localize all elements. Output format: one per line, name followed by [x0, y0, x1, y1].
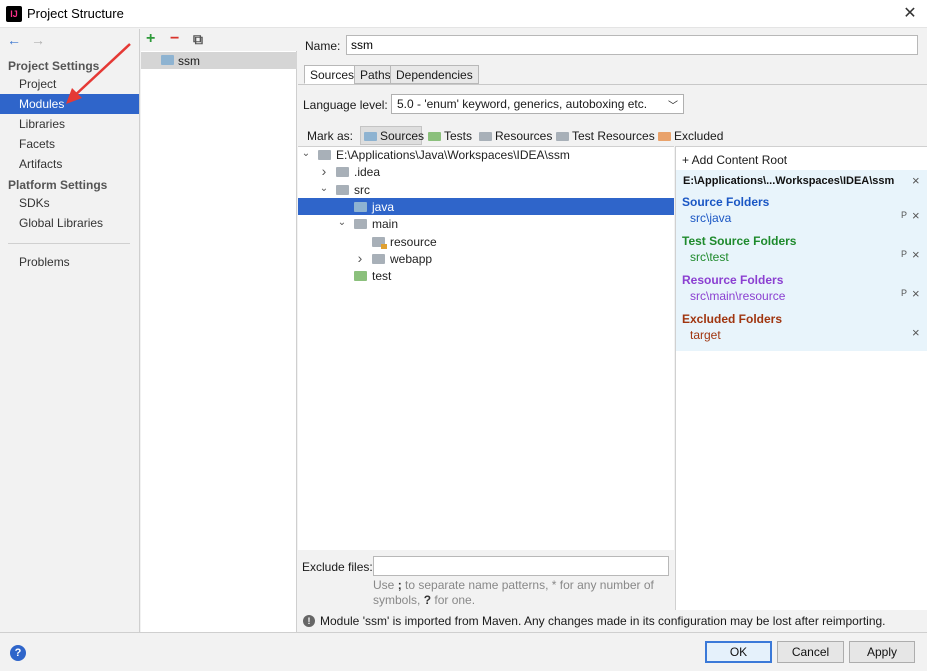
remove-folder-icon[interactable]: ×	[912, 208, 920, 223]
edit-properties-icon[interactable]: P	[901, 210, 907, 220]
folder-icon	[354, 219, 367, 230]
maven-import-notice: Module 'ssm' is imported from Maven. Any…	[320, 614, 886, 628]
sidebar-item-problems[interactable]: Problems	[0, 252, 139, 272]
module-name-label: ssm	[178, 54, 200, 68]
tab-divider	[298, 84, 927, 85]
add-content-root-button[interactable]: + Add Content Root	[682, 153, 787, 167]
folder-icon	[372, 236, 387, 249]
red-annotation-arrow	[66, 43, 131, 104]
root-group-title: Test Source Folders	[682, 234, 797, 248]
mark-as-label: Mark as:	[307, 129, 354, 143]
edit-properties-icon[interactable]: P	[901, 249, 907, 259]
remove-module-icon[interactable]: −	[170, 31, 179, 47]
help-icon[interactable]: ?	[10, 645, 26, 661]
ok-button[interactable]: OK	[705, 641, 772, 663]
sidebar-item-libraries[interactable]: Libraries	[0, 114, 139, 134]
chevron-right-icon[interactable]: ›	[318, 163, 330, 179]
folder-icon	[354, 201, 367, 212]
chevron-right-icon[interactable]: ›	[354, 250, 366, 266]
tab-sources[interactable]: Sources	[304, 65, 361, 84]
chevron-down-icon[interactable]: ⌄	[336, 217, 348, 228]
test-resources-folder-icon	[556, 132, 569, 141]
sidebar-divider	[8, 243, 130, 244]
forward-arrow-icon[interactable]: →	[31, 33, 45, 47]
mark-as-sources-button[interactable]: Sources	[364, 129, 424, 145]
chevron-down-icon[interactable]: ⌄	[318, 183, 330, 194]
mark-as-test-resources-button[interactable]: Test Resources	[556, 129, 655, 145]
copy-module-icon[interactable]: ⧉	[193, 31, 203, 47]
add-module-icon[interactable]: +	[146, 31, 155, 47]
root-group-title: Excluded Folders	[682, 312, 783, 326]
exclude-files-input[interactable]	[373, 556, 669, 576]
tab-dependencies[interactable]: Dependencies	[390, 65, 479, 84]
platform-settings-header: Platform Settings	[8, 178, 108, 192]
root-folder-item: target	[690, 328, 721, 342]
root-group-title: Source Folders	[682, 195, 770, 209]
exclude-files-hint: Use ; to separate name patterns, * for a…	[373, 578, 654, 607]
root-folder-item: src\java	[690, 211, 732, 225]
resources-folder-icon	[479, 132, 492, 141]
root-folder-item: src\main\resource	[690, 289, 786, 303]
chevron-down-icon: ﹀	[668, 101, 678, 112]
folder-icon	[336, 167, 349, 178]
tree-row[interactable]	[298, 233, 674, 250]
folder-icon	[318, 150, 331, 160]
sidebar-item-facets[interactable]: Facets	[0, 134, 139, 154]
intellij-app-icon: IJ	[6, 6, 22, 22]
apply-button[interactable]: Apply	[849, 641, 915, 663]
sidebar-item-artifacts[interactable]: Artifacts	[0, 154, 139, 174]
module-name-input[interactable]	[346, 35, 918, 55]
close-icon[interactable]: ✕	[899, 3, 921, 25]
remove-folder-icon[interactable]: ×	[912, 247, 920, 262]
mark-as-excluded-button[interactable]: Excluded	[658, 129, 723, 145]
language-level-value: 5.0 - 'enum' keyword, generics, autoboxi…	[397, 97, 648, 111]
module-toolbar	[141, 29, 297, 51]
window-title: Project Structure	[27, 6, 124, 21]
tree-node-label: resource	[390, 234, 437, 249]
content-root-path: E:\Applications\...Workspaces\IDEA\ssm	[683, 175, 895, 187]
tree-node-label: main	[372, 217, 399, 232]
tree-node-label: src	[354, 182, 370, 197]
name-label: Name:	[305, 39, 341, 53]
title-bar	[0, 0, 927, 28]
folder-icon	[354, 271, 367, 282]
back-arrow-icon[interactable]: ←	[7, 33, 21, 47]
language-level-select[interactable]: 5.0 - 'enum' keyword, generics, autoboxi…	[391, 94, 684, 114]
root-group-title: Resource Folders	[682, 273, 784, 287]
tree-node-label: test	[372, 269, 392, 284]
language-level-label: Language level:	[303, 98, 388, 112]
tree-node-label: webapp	[390, 251, 433, 266]
excluded-folder-icon	[658, 132, 671, 141]
tree-node-label: java	[372, 199, 395, 214]
root-folder-item: src\test	[690, 250, 729, 264]
tree-node-label: E:\Applications\Java\Workspaces\IDEA\ssm	[336, 148, 570, 162]
sources-folder-icon	[364, 132, 377, 141]
tree-node-label: .idea	[354, 165, 381, 180]
edit-properties-icon[interactable]: P	[901, 288, 907, 298]
remove-folder-icon[interactable]: ×	[912, 325, 920, 340]
tests-folder-icon	[428, 132, 441, 141]
info-icon: !	[303, 615, 315, 627]
folder-icon	[372, 253, 385, 264]
module-list-panel	[141, 29, 297, 632]
chevron-down-icon[interactable]: ⌄	[300, 148, 312, 159]
mark-as-tests-button[interactable]: Tests	[428, 129, 472, 145]
exclude-files-label: Exclude files:	[302, 560, 373, 574]
remove-folder-icon[interactable]: ×	[912, 286, 920, 301]
remove-content-root-icon[interactable]: ×	[912, 173, 920, 188]
folder-icon	[336, 184, 349, 195]
module-folder-icon	[161, 55, 174, 65]
cancel-button[interactable]: Cancel	[777, 641, 844, 663]
sidebar-item-global-libraries[interactable]: Global Libraries	[0, 213, 139, 233]
sidebar-item-sdks[interactable]: SDKs	[0, 193, 139, 213]
mark-as-resources-button[interactable]: Resources	[479, 129, 552, 145]
